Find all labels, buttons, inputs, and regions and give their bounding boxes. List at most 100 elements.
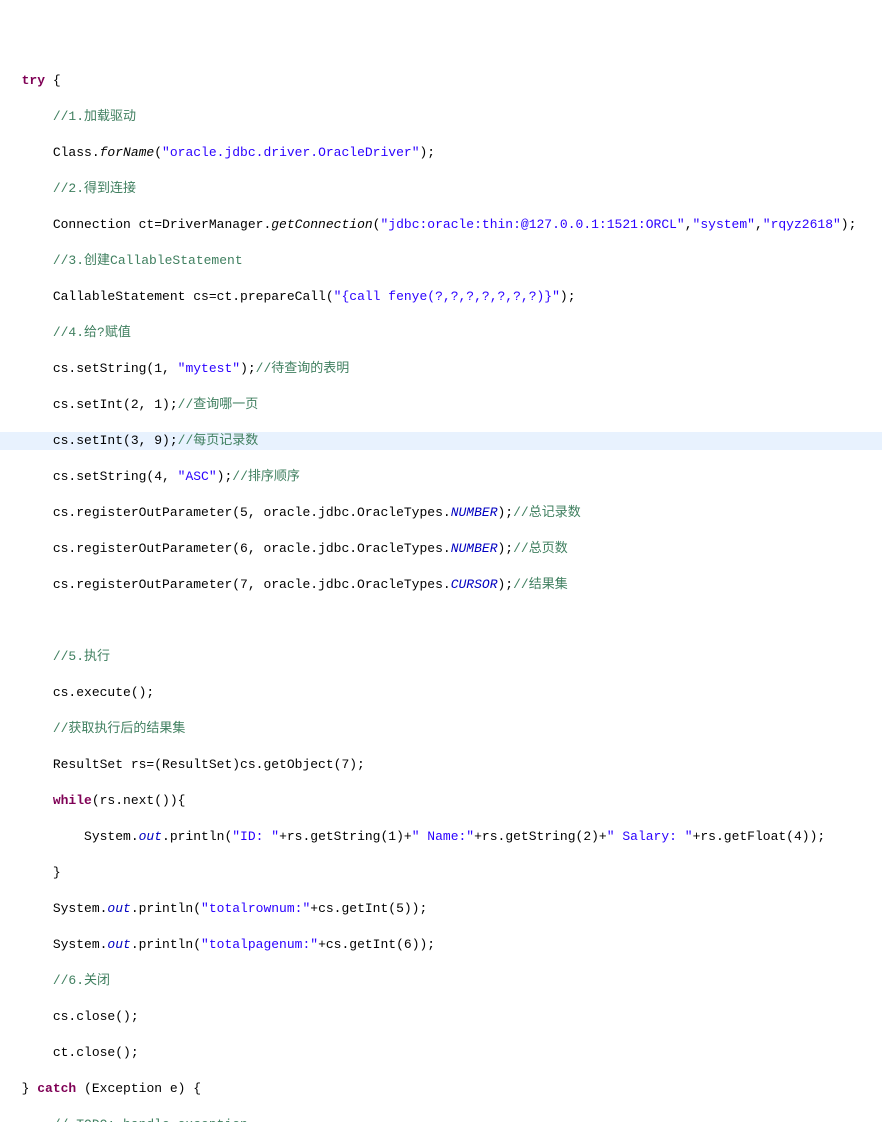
string: "ASC" [178, 469, 217, 484]
static-field: NUMBER [451, 541, 498, 556]
text: cs.setInt(3, 9); [53, 433, 178, 448]
code-line[interactable]: System.out.println("totalpagenum:"+cs.ge… [0, 936, 882, 954]
string: "jdbc:oracle:thin:@127.0.0.1:1521:ORCL" [380, 217, 684, 232]
text: ); [498, 541, 514, 556]
text: (Exception e) { [76, 1081, 201, 1096]
code-line[interactable]: Connection ct=DriverManager.getConnectio… [0, 216, 882, 234]
keyword-try: try [22, 73, 45, 88]
code-line[interactable]: cs.registerOutParameter(7, oracle.jdbc.O… [0, 576, 882, 594]
comment: //待查询的表明 [256, 361, 350, 376]
code-line[interactable]: Class.forName("oracle.jdbc.driver.Oracle… [0, 144, 882, 162]
text: ); [841, 217, 857, 232]
comment: //总页数 [513, 541, 568, 556]
comment: //4.给?赋值 [53, 325, 131, 340]
static-field: out [107, 937, 130, 952]
text: cs.registerOutParameter(6, oracle.jdbc.O… [53, 541, 451, 556]
string: " Salary: " [607, 829, 693, 844]
comment: //总记录数 [513, 505, 581, 520]
code-line[interactable]: System.out.println("totalrownum:"+cs.get… [0, 900, 882, 918]
string: "totalpagenum:" [201, 937, 318, 952]
comment: //获取执行后的结果集 [53, 721, 186, 736]
code-line[interactable]: cs.setString(4, "ASC");//排序顺序 [0, 468, 882, 486]
string: "{call fenye(?,?,?,?,?,?,?)}" [334, 289, 560, 304]
text: ct.close(); [53, 1045, 139, 1060]
text: ); [217, 469, 233, 484]
method: getConnection [271, 217, 372, 232]
comment: //查询哪一页 [178, 397, 259, 412]
static-field: CURSOR [451, 577, 498, 592]
comment: //每页记录数 [178, 433, 259, 448]
code-line[interactable]: } catch (Exception e) { [0, 1080, 882, 1098]
text: +rs.getString(2)+ [474, 829, 607, 844]
code-line[interactable]: //6.关闭 [0, 972, 882, 990]
text: } [22, 1081, 38, 1096]
text: ResultSet rs=(ResultSet)cs.getObject(7); [53, 757, 365, 772]
code-line[interactable]: cs.setString(1, "mytest");//待查询的表明 [0, 360, 882, 378]
text: .println( [131, 901, 201, 916]
text: cs.registerOutParameter(7, oracle.jdbc.O… [53, 577, 451, 592]
text: , [755, 217, 763, 232]
comment: //1.加载驱动 [53, 109, 136, 124]
text: ); [240, 361, 256, 376]
text: cs.setString(1, [53, 361, 178, 376]
code-line-blank[interactable] [0, 612, 882, 630]
text: +rs.getString(1)+ [279, 829, 412, 844]
text: cs.registerOutParameter(5, oracle.jdbc.O… [53, 505, 451, 520]
code-line[interactable]: ct.close(); [0, 1044, 882, 1062]
code-line[interactable]: //3.创建CallableStatement [0, 252, 882, 270]
text: System. [53, 937, 108, 952]
code-line[interactable]: ResultSet rs=(ResultSet)cs.getObject(7); [0, 756, 882, 774]
text: { [45, 73, 61, 88]
text: System. [84, 829, 139, 844]
text: +cs.getInt(5)); [310, 901, 427, 916]
keyword-while: while [53, 793, 92, 808]
text: CallableStatement cs=ct.prepareCall( [53, 289, 334, 304]
text: , [685, 217, 693, 232]
code-line[interactable]: //获取执行后的结果集 [0, 720, 882, 738]
text: cs.setInt(2, 1); [53, 397, 178, 412]
text: ); [420, 145, 436, 160]
comment: //5.执行 [53, 649, 110, 664]
code-line[interactable]: cs.registerOutParameter(5, oracle.jdbc.O… [0, 504, 882, 522]
text: .println( [162, 829, 232, 844]
code-line[interactable]: try { [0, 72, 882, 90]
comment: //6.关闭 [53, 973, 110, 988]
text: Class. [53, 145, 100, 160]
string: "mytest" [178, 361, 240, 376]
text: ); [498, 505, 514, 520]
code-line[interactable]: //5.执行 [0, 648, 882, 666]
code-line[interactable]: cs.execute(); [0, 684, 882, 702]
string: "rqyz2618" [763, 217, 841, 232]
code-line-highlighted[interactable]: cs.setInt(3, 9);//每页记录数 [0, 432, 882, 450]
code-line[interactable]: cs.registerOutParameter(6, oracle.jdbc.O… [0, 540, 882, 558]
code-line[interactable]: //2.得到连接 [0, 180, 882, 198]
string: "totalrownum:" [201, 901, 310, 916]
comment: //2.得到连接 [53, 181, 136, 196]
code-line[interactable]: CallableStatement cs=ct.prepareCall("{ca… [0, 288, 882, 306]
code-line[interactable]: //1.加载驱动 [0, 108, 882, 126]
static-field: out [139, 829, 162, 844]
static-field: NUMBER [451, 505, 498, 520]
text: } [53, 865, 61, 880]
text: .println( [131, 937, 201, 952]
text: (rs.next()){ [92, 793, 186, 808]
text: cs.execute(); [53, 685, 154, 700]
string: "ID: " [232, 829, 279, 844]
code-line[interactable]: while(rs.next()){ [0, 792, 882, 810]
code-line[interactable]: cs.close(); [0, 1008, 882, 1026]
text: ); [498, 577, 514, 592]
text: ( [154, 145, 162, 160]
method: forName [100, 145, 155, 160]
code-line[interactable]: cs.setInt(2, 1);//查询哪一页 [0, 396, 882, 414]
code-line[interactable]: } [0, 864, 882, 882]
code-line[interactable]: // TODO: handle exception [0, 1116, 882, 1122]
string: "system" [693, 217, 755, 232]
text: Connection ct=DriverManager. [53, 217, 271, 232]
static-field: out [107, 901, 130, 916]
code-line[interactable]: System.out.println("ID: "+rs.getString(1… [0, 828, 882, 846]
text: cs.setString(4, [53, 469, 178, 484]
code-line[interactable]: //4.给?赋值 [0, 324, 882, 342]
text: +cs.getInt(6)); [318, 937, 435, 952]
text: ); [560, 289, 576, 304]
text: +rs.getFloat(4)); [693, 829, 826, 844]
